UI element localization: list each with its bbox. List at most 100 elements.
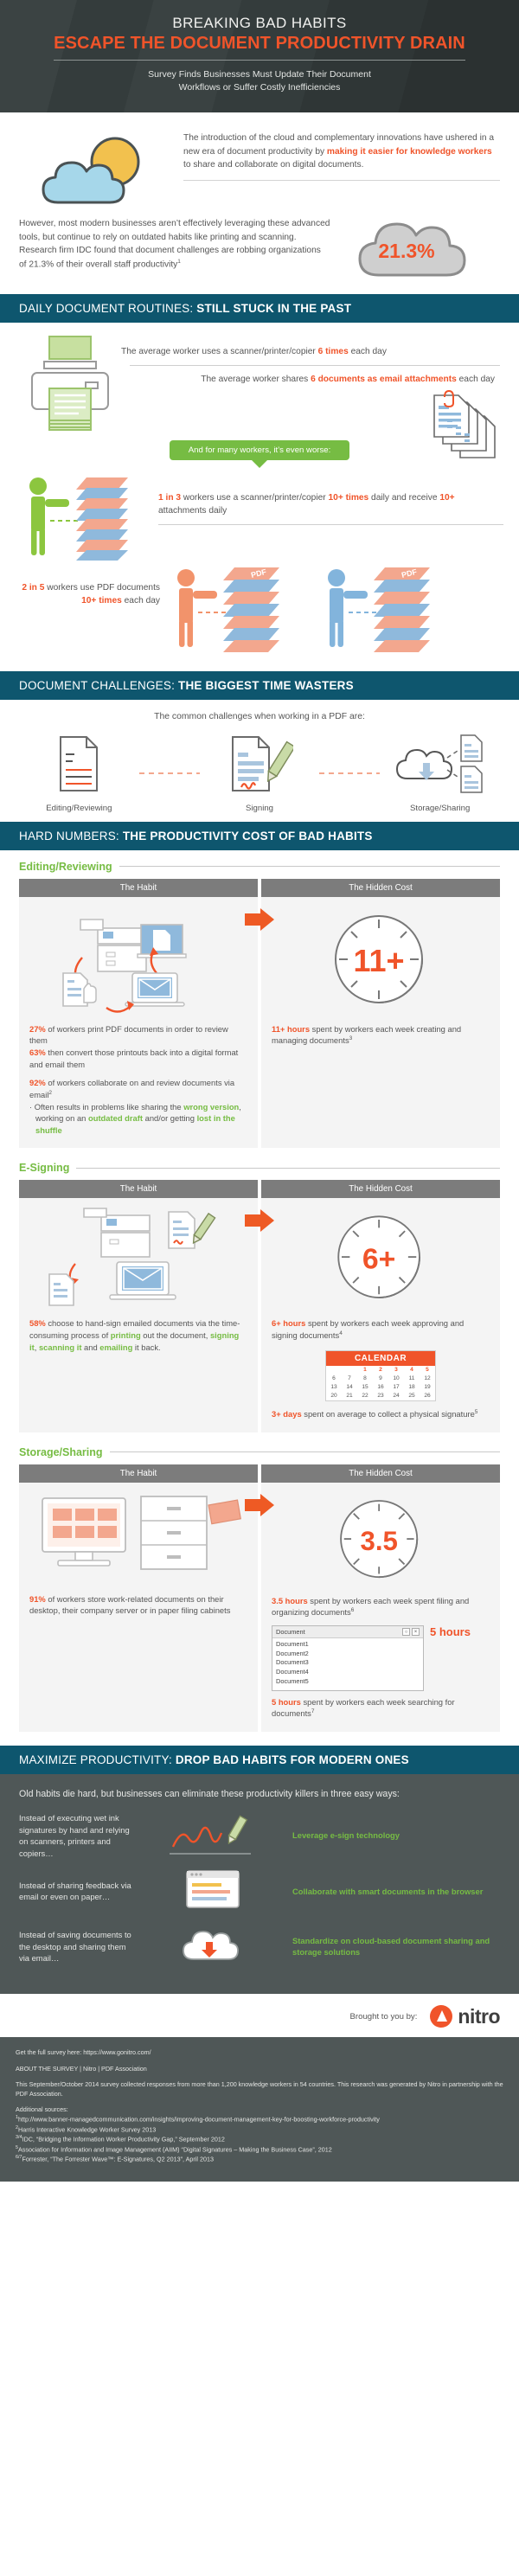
calendar-cell[interactable]: 18 bbox=[404, 1383, 420, 1392]
daily-stat-4: 2 in 5 workers use PDF documents 10+ tim… bbox=[16, 566, 167, 608]
daily-stat4-hl2: 10+ times bbox=[81, 595, 122, 606]
window-title: Document bbox=[276, 1627, 305, 1636]
esigning-cost2-footnote: 5 bbox=[474, 1408, 478, 1415]
editing-habit-bullet: · Often results in problems like sharing… bbox=[29, 1101, 247, 1137]
calendar-cell[interactable]: 19 bbox=[420, 1383, 435, 1392]
intro-divider bbox=[183, 180, 500, 182]
challenge-label-signing: Signing bbox=[246, 803, 274, 813]
page-subtitle: ESCAPE THE DOCUMENT PRODUCTIVITY DRAIN bbox=[54, 34, 465, 54]
col-head-habit-storage: The Habit bbox=[19, 1464, 258, 1483]
footer-sources-list: 1http://www.banner-managedcommunication.… bbox=[16, 2114, 503, 2164]
maximize-row-collaborate: Instead of sharing feedback via email or… bbox=[19, 1868, 500, 1914]
file-explorer-window[interactable]: Document ○ × Document1 Document2 Document3… bbox=[272, 1624, 424, 1691]
infographic-page: BREAKING BAD HABITS ESCAPE THE DOCUMENT … bbox=[0, 0, 519, 2182]
print-email-cycle-illustration bbox=[29, 906, 247, 1016]
intro-paragraph-2: However, most modern businesses aren’t e… bbox=[19, 217, 330, 272]
bar-daily-normal: DAILY DOCUMENT ROUTINES: bbox=[19, 301, 197, 315]
esigning-stat-g3: scanning it bbox=[38, 1342, 82, 1352]
browser-collaborate-icon bbox=[140, 1868, 285, 1914]
esigning-cost2-text: spent on average to collect a physical s… bbox=[301, 1408, 475, 1419]
section-bar-hard-numbers: HARD NUMBERS: THE PRODUCTIVITY COST OF B… bbox=[0, 821, 519, 850]
esigning-stat-d: and bbox=[81, 1342, 100, 1352]
calendar-cell[interactable]: 9 bbox=[373, 1375, 388, 1383]
calendar-cell[interactable]: 17 bbox=[388, 1383, 404, 1392]
daily-stat1-highlight: 6 times bbox=[317, 346, 349, 356]
calendar-cell[interactable]: 14 bbox=[342, 1383, 357, 1392]
maximize-row-cloud: Instead of saving documents to the deskt… bbox=[19, 1923, 500, 1970]
block-title-rule-storage bbox=[109, 1451, 500, 1453]
calendar-cell[interactable]: 8 bbox=[357, 1375, 373, 1383]
calendar-cell[interactable]: 5 bbox=[420, 1366, 435, 1375]
page-title: BREAKING BAD HABITS bbox=[172, 15, 347, 31]
esigning-stat-g1: printing bbox=[110, 1330, 141, 1341]
daily-stat4-b: each day bbox=[121, 595, 160, 606]
calendar-cell[interactable]: 23 bbox=[373, 1392, 388, 1400]
file-list[interactable]: Document1 Document2 Document3 Document4 Docu… bbox=[272, 1638, 423, 1690]
storage-cost-stat-2: 5 hours spent by workers each week searc… bbox=[272, 1696, 490, 1720]
hard-numbers-block-esigning: E-Signing The Habit 58% choose to hand-s… bbox=[0, 1151, 519, 1435]
footer-source-item: 3/4IDC, “Bridging the Information Worker… bbox=[16, 2134, 503, 2144]
footer-survey-link[interactable]: Get the full survey here: https://www.go… bbox=[16, 2047, 503, 2057]
calendar-cell[interactable]: 26 bbox=[420, 1392, 435, 1400]
editing-cost-stat: 11+ hours spent by workers each week cre… bbox=[272, 1023, 490, 1047]
maximize-lead: Old habits die hard, but businesses can … bbox=[19, 1788, 400, 1799]
calendar-cell[interactable]: 13 bbox=[326, 1383, 342, 1392]
daily-stat3-b: daily and receive bbox=[368, 492, 440, 503]
daily-stat-2: The average worker shares 6 documents as… bbox=[121, 373, 500, 386]
calendar-cell[interactable]: 16 bbox=[373, 1383, 388, 1392]
file-list-item[interactable]: Document4 bbox=[276, 1668, 420, 1677]
daily-stat2-a: The average worker shares bbox=[201, 374, 311, 384]
calendar-cell[interactable]: 7 bbox=[342, 1375, 357, 1383]
nitro-wordmark: nitro bbox=[458, 2004, 500, 2028]
section-bar-maximize: MAXIMIZE PRODUCTIVITY: DROP BAD HABITS F… bbox=[0, 1745, 519, 1774]
calendar-cell[interactable]: 21 bbox=[342, 1392, 357, 1400]
editing-stat2-text: then convert those printouts back into a… bbox=[29, 1047, 239, 1069]
calendar-widget: CALENDAR 1 2 3 4 5 6 7 8 9 10 11 12 13 14 15 16 17 18 19 20… bbox=[325, 1349, 436, 1401]
block-title-esigning: E-Signing bbox=[19, 1162, 70, 1175]
footer-source-text: http://www.banner-managedcommunication.c… bbox=[18, 2115, 380, 2124]
file-list-item[interactable]: Document3 bbox=[276, 1658, 420, 1668]
footer-source-index: 6/7 bbox=[16, 2155, 22, 2161]
calendar-cell[interactable]: 4 bbox=[404, 1366, 420, 1375]
calendar-cell[interactable]: 2 bbox=[373, 1366, 388, 1375]
nitro-logo[interactable]: nitro bbox=[429, 2004, 500, 2028]
file-list-item[interactable]: Document5 bbox=[276, 1677, 420, 1687]
search-icon[interactable]: ○ bbox=[402, 1627, 410, 1636]
maximize-habit-esign: Instead of executing wet ink signatures … bbox=[19, 1812, 130, 1858]
calendar-cell[interactable]: 25 bbox=[404, 1392, 420, 1400]
calendar-cell[interactable]: 20 bbox=[326, 1392, 342, 1400]
calendar-cell[interactable] bbox=[342, 1366, 357, 1375]
sign-scan-email-illustration bbox=[29, 1207, 247, 1310]
footer-survey-description: This September/October 2014 survey colle… bbox=[16, 2079, 503, 2098]
calendar-cell[interactable]: 6 bbox=[326, 1375, 342, 1383]
close-icon[interactable]: × bbox=[412, 1627, 420, 1636]
col-head-habit-editing: The Habit bbox=[19, 878, 258, 897]
calendar-cell[interactable]: 15 bbox=[357, 1383, 373, 1392]
calendar-cell[interactable]: 1 bbox=[357, 1366, 373, 1375]
maximize-habit-collaborate: Instead of sharing feedback via email or… bbox=[19, 1880, 131, 1902]
daily-stat2-highlight: 6 documents as email attachments bbox=[311, 374, 457, 384]
file-list-item[interactable]: Document2 bbox=[276, 1650, 420, 1659]
file-list-item[interactable]: Document1 bbox=[276, 1640, 420, 1650]
calendar-cell[interactable]: 11 bbox=[404, 1375, 420, 1383]
editing-bullet-g2: outdated draft bbox=[87, 1113, 144, 1124]
bar-daily-bold: STILL STUCK IN THE PAST bbox=[196, 301, 352, 315]
daily-stat-1: The average worker uses a scanner/printe… bbox=[121, 345, 500, 358]
block-title-rule bbox=[119, 866, 500, 868]
clock-value-storage: 3.5 bbox=[360, 1525, 397, 1555]
daily-stat1-b: each day bbox=[348, 346, 387, 356]
nitro-mark-icon bbox=[430, 2005, 453, 2028]
calendar-cell[interactable]: 3 bbox=[388, 1366, 404, 1375]
header-tagline-line1: Survey Finds Businesses Must Update Thei… bbox=[148, 69, 371, 80]
storage-cost-hl: 3.5 hours bbox=[272, 1595, 308, 1605]
challenges-lead: The common challenges when working in a … bbox=[154, 711, 365, 721]
editing-habit-stat-1: 27% of workers print PDF documents in or… bbox=[29, 1023, 247, 1047]
green-worker-stack-illustration bbox=[16, 472, 158, 562]
editing-cost-hl: 11+ hours bbox=[272, 1023, 311, 1034]
calendar-cell[interactable]: 22 bbox=[357, 1392, 373, 1400]
calendar-cell[interactable]: 10 bbox=[388, 1375, 404, 1383]
calendar-cell[interactable]: 24 bbox=[388, 1392, 404, 1400]
esigning-cost-footnote: 4 bbox=[339, 1330, 343, 1337]
challenge-item-signing: Signing bbox=[200, 734, 320, 813]
calendar-cell[interactable]: 12 bbox=[420, 1375, 435, 1383]
